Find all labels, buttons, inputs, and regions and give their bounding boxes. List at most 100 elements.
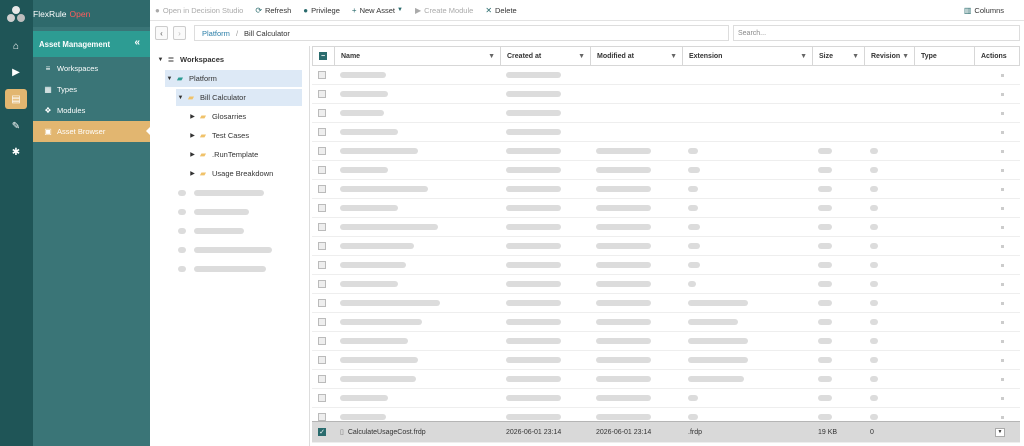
actions-icon[interactable]	[1001, 168, 1004, 172]
row-checkbox[interactable]	[318, 242, 326, 250]
expand-icon[interactable]: ▼	[176, 95, 185, 101]
col-revision[interactable]: Revision ▼	[865, 47, 915, 65]
table-row[interactable]	[312, 85, 1020, 104]
tree-node-blurred[interactable]	[178, 184, 298, 201]
tree-node-runtemplate[interactable]: ▶ ▰ .RunTemplate	[188, 146, 298, 163]
table-row[interactable]	[312, 370, 1020, 389]
row-checkbox[interactable]	[318, 337, 326, 345]
row-checkbox[interactable]	[318, 261, 326, 269]
actions-icon[interactable]	[1001, 415, 1004, 419]
row-checkbox[interactable]	[318, 147, 326, 155]
actions-icon[interactable]	[1001, 263, 1004, 267]
select-all-checkbox[interactable]: −	[319, 52, 327, 60]
actions-icon[interactable]	[1001, 149, 1004, 153]
table-row[interactable]	[312, 237, 1020, 256]
row-checkbox[interactable]	[318, 128, 326, 136]
search-input[interactable]: Search...	[733, 25, 1020, 41]
table-row-selected[interactable]: ✓ ▯ CalculateUsageCost.frdp 2026-06-01 23…	[312, 421, 1020, 443]
row-checkbox[interactable]: ✓	[318, 428, 326, 436]
table-row[interactable]	[312, 313, 1020, 332]
side-item-modules[interactable]: ❖ Modules	[33, 100, 150, 121]
row-checkbox[interactable]	[318, 109, 326, 117]
table-row[interactable]	[312, 332, 1020, 351]
table-row[interactable]	[312, 351, 1020, 370]
row-checkbox[interactable]	[318, 90, 326, 98]
table-row[interactable]	[312, 256, 1020, 275]
delete-button[interactable]: ✕ Delete	[485, 6, 516, 15]
expand-icon[interactable]: ▶	[188, 132, 197, 139]
open-studio-button[interactable]: ● Open in Decision Studio	[155, 6, 243, 15]
filter-icon[interactable]: ▼	[902, 53, 909, 60]
section-asset-management[interactable]: Asset Management «	[33, 31, 150, 57]
tree-node-blurred[interactable]	[178, 260, 298, 277]
actions-icon[interactable]	[1001, 187, 1004, 191]
table-row[interactable]	[312, 218, 1020, 237]
row-checkbox[interactable]	[318, 413, 326, 421]
actions-icon[interactable]	[1001, 358, 1004, 362]
row-checkbox[interactable]	[318, 204, 326, 212]
table-row[interactable]	[312, 199, 1020, 218]
create-module-button[interactable]: ▶ Create Module	[415, 6, 473, 15]
col-extension[interactable]: Extension ▼	[683, 47, 813, 65]
filter-icon[interactable]: ▼	[800, 53, 807, 60]
tree-node-platform[interactable]: ▼ ▰ Platform	[165, 70, 302, 87]
actions-icon[interactable]	[1001, 111, 1004, 115]
actions-icon[interactable]	[1001, 320, 1004, 324]
row-checkbox[interactable]	[318, 166, 326, 174]
tree-node-blurred[interactable]	[178, 203, 298, 220]
row-checkbox[interactable]	[318, 299, 326, 307]
col-created[interactable]: Created at ▼	[501, 47, 591, 65]
actions-icon[interactable]	[1001, 282, 1004, 286]
row-checkbox[interactable]	[318, 71, 326, 79]
columns-button[interactable]: ▥ Columns	[964, 6, 1004, 15]
table-row[interactable]	[312, 275, 1020, 294]
table-row[interactable]	[312, 104, 1020, 123]
filter-icon[interactable]: ▼	[852, 53, 859, 60]
tree-node-glosarries[interactable]: ▶ ▰ Glosarries	[188, 108, 298, 125]
tree-node-bill-calculator[interactable]: ▼ ▰ Bill Calculator	[176, 89, 302, 106]
actions-icon[interactable]	[1001, 396, 1004, 400]
tree-node-workspaces[interactable]: ▼ ≣ Workspaces	[156, 51, 306, 68]
actions-icon[interactable]	[1001, 339, 1004, 343]
table-row[interactable]	[312, 389, 1020, 408]
side-item-workspaces[interactable]: ≡ Workspaces	[33, 58, 150, 79]
actions-icon[interactable]	[1001, 225, 1004, 229]
filter-icon[interactable]: ▼	[670, 53, 677, 60]
actions-icon[interactable]	[1001, 377, 1004, 381]
row-checkbox[interactable]	[318, 318, 326, 326]
row-checkbox[interactable]	[318, 394, 326, 402]
row-checkbox[interactable]	[318, 223, 326, 231]
actions-icon[interactable]	[1001, 92, 1004, 96]
expand-icon[interactable]: ▼	[165, 76, 174, 82]
back-button[interactable]: ‹	[155, 26, 168, 40]
table-row[interactable]	[312, 294, 1020, 313]
side-item-types[interactable]: ▦ Types	[33, 79, 150, 100]
expand-icon[interactable]: ▶	[188, 151, 197, 158]
tree-node-blurred[interactable]	[178, 241, 298, 258]
privilege-button[interactable]: ● Privilege	[303, 6, 340, 15]
tree-node-usage-breakdown[interactable]: ▶ ▰ Usage Breakdown	[188, 165, 298, 182]
home-icon[interactable]: ⌂	[5, 36, 27, 56]
actions-icon[interactable]	[1001, 244, 1004, 248]
actions-icon[interactable]	[1001, 301, 1004, 305]
play-icon[interactable]: ▶	[5, 62, 27, 82]
table-row[interactable]	[312, 161, 1020, 180]
collapse-icon[interactable]: «	[134, 37, 140, 48]
table-row[interactable]	[312, 142, 1020, 161]
row-checkbox[interactable]	[318, 280, 326, 288]
expand-icon[interactable]: ▶	[188, 113, 197, 120]
col-size[interactable]: Size ▼	[813, 47, 865, 65]
col-type[interactable]: Type	[915, 47, 975, 65]
new-asset-button[interactable]: + New Asset ▼	[352, 6, 403, 15]
refresh-button[interactable]: ⟳ Refresh	[255, 6, 291, 15]
row-checkbox[interactable]	[318, 356, 326, 364]
row-checkbox[interactable]	[318, 185, 326, 193]
side-item-asset-browser[interactable]: ▣ Asset Browser	[33, 121, 151, 142]
table-row[interactable]	[312, 66, 1020, 85]
filter-icon[interactable]: ▼	[488, 53, 495, 60]
col-modified[interactable]: Modified at ▼	[591, 47, 683, 65]
row-checkbox[interactable]	[318, 375, 326, 383]
actions-icon[interactable]	[1001, 130, 1004, 134]
gear-icon[interactable]: ✱	[5, 142, 27, 162]
forward-button[interactable]: ›	[173, 26, 186, 40]
